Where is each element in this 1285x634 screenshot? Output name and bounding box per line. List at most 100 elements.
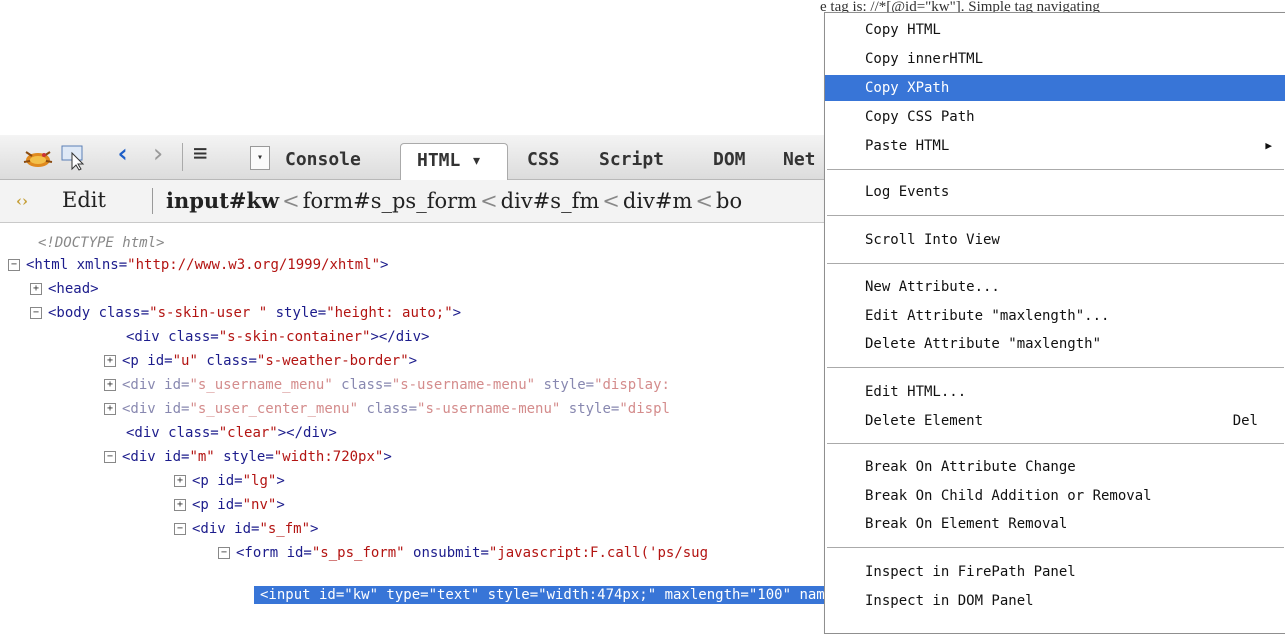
firebug-icon[interactable] xyxy=(18,142,58,172)
attr-value: "lg" xyxy=(242,473,277,489)
menu-item-log-events[interactable]: Log Events xyxy=(825,179,1285,205)
menu-item-inspect-firepath[interactable]: Inspect in FirePath Panel xyxy=(825,559,1285,585)
edit-button[interactable]: Edit xyxy=(62,188,106,212)
tree-line-skin-container[interactable]: <div class="s-skin-container"></div> xyxy=(126,328,429,346)
menu-item-delete-element[interactable]: Delete Element Del xyxy=(825,408,1285,434)
menu-item-break-child-change[interactable]: Break On Child Addition or Removal xyxy=(825,483,1285,509)
attr-name: xmlns= xyxy=(76,257,128,273)
node-tag: <head> xyxy=(48,281,99,297)
breadcrumb: ‹› Edit input#kw < form#s_ps_form < div#s_fm… xyxy=(0,180,860,223)
breadcrumb-item-sfm[interactable]: div#s_fm xyxy=(501,189,600,213)
menu-item-delete-attribute[interactable]: Delete Attribute "maxlength" xyxy=(825,331,1285,357)
node-tag: <div xyxy=(122,377,165,393)
menu-item-break-element-removal[interactable]: Break On Element Removal xyxy=(825,511,1285,537)
tab-script[interactable]: Script xyxy=(599,149,664,170)
collapse-icon[interactable]: − xyxy=(8,259,20,271)
attr-name: id= xyxy=(217,497,243,513)
inspect-element-icon[interactable] xyxy=(60,143,90,171)
menu-item-edit-attribute[interactable]: Edit Attribute "maxlength"... xyxy=(825,303,1285,329)
node-tag-close: > xyxy=(452,305,462,321)
panel-dropdown-button[interactable]: ▾ xyxy=(250,146,270,170)
attr-value: "s-username-menu" xyxy=(417,401,561,417)
tree-line-username-menu[interactable]: + <div id="s_username_menu" class="s-user… xyxy=(104,376,670,394)
tree-line-p-nv[interactable]: + <p id="nv"> xyxy=(174,496,285,514)
tab-dom[interactable]: DOM xyxy=(713,149,746,170)
node-tag: <body xyxy=(48,305,99,321)
tree-line-p-u[interactable]: + <p id="u" class="s-weather-border"> xyxy=(104,352,417,370)
tree-line-user-center-menu[interactable]: + <div id="s_user_center_menu" class="s-u… xyxy=(104,400,670,418)
attr-value: "u" xyxy=(172,353,198,369)
tree-line-html[interactable]: − <html xmlns="http://www.w3.org/1999/xht… xyxy=(8,256,388,274)
collapse-icon[interactable]: − xyxy=(104,451,116,463)
collapse-icon[interactable]: − xyxy=(30,307,42,319)
node-tag: <form xyxy=(236,545,287,561)
breadcrumb-current[interactable]: input#kw xyxy=(166,188,279,213)
menu-item-break-attribute-change[interactable]: Break On Attribute Change xyxy=(825,454,1285,480)
breadcrumb-separator-icon: < xyxy=(480,189,498,213)
node-tag-close: > xyxy=(276,473,285,489)
expand-icon[interactable]: + xyxy=(104,379,116,391)
attr-value: "height: auto;" xyxy=(326,305,453,321)
attr-value: "m" xyxy=(189,449,215,465)
expand-icon[interactable]: + xyxy=(104,355,116,367)
attr-name: style= xyxy=(267,305,327,321)
menu-item-copy-innerhtml[interactable]: Copy innerHTML xyxy=(825,46,1285,72)
node-tag-close: > xyxy=(408,353,418,369)
tree-line-form[interactable]: − <form id="s_ps_form" onsubmit="javascri… xyxy=(218,544,708,562)
shortcut-label: Del xyxy=(1232,413,1258,429)
attr-name: id= xyxy=(234,521,260,537)
tree-line-div-m[interactable]: − <div id="m" style="width:720px"> xyxy=(104,448,392,466)
menu-separator xyxy=(827,367,1284,368)
tab-console[interactable]: Console xyxy=(285,149,361,170)
menu-item-inspect-dom[interactable]: Inspect in DOM Panel xyxy=(825,588,1285,614)
tab-css[interactable]: CSS xyxy=(527,149,560,170)
doctype-text: <!DOCTYPE html> xyxy=(38,235,165,251)
menu-item-paste-html-label: Paste HTML xyxy=(865,138,950,154)
tree-line-doctype: <!DOCTYPE html> xyxy=(38,234,164,252)
tree-line-div-sfm[interactable]: − <div id="s_fm"> xyxy=(174,520,318,538)
tree-line-p-lg[interactable]: + <p id="lg"> xyxy=(174,472,285,490)
attr-value: "s-weather-border" xyxy=(256,353,409,369)
back-arrow-icon[interactable]: ‹ xyxy=(115,139,131,169)
menu-item-copy-css-path[interactable]: Copy CSS Path xyxy=(825,104,1285,130)
submenu-arrow-icon: ▶ xyxy=(1265,139,1272,152)
attr-name: id= xyxy=(164,401,190,417)
expand-icon[interactable]: + xyxy=(174,499,186,511)
menu-item-scroll-into-view[interactable]: Scroll Into View xyxy=(825,227,1285,253)
tree-line-head[interactable]: + <head> xyxy=(30,280,99,298)
attr-name: class= xyxy=(332,377,392,393)
tab-net[interactable]: Net xyxy=(783,149,816,170)
menu-separator xyxy=(827,547,1284,548)
breadcrumb-item-form[interactable]: form#s_ps_form xyxy=(303,189,477,213)
menu-item-paste-html[interactable]: Paste HTML ▶ xyxy=(825,133,1285,159)
breadcrumb-separator-icon: < xyxy=(695,189,714,213)
breadcrumb-path: input#kw < form#s_ps_form < div#s_fm < div#m < b… xyxy=(166,188,742,213)
menu-list-icon[interactable]: ≡ xyxy=(193,139,207,167)
tree-line-body[interactable]: − <body class="s-skin-user " style="heigh… xyxy=(30,304,461,322)
menu-item-new-attribute[interactable]: New Attribute... xyxy=(825,274,1285,300)
tab-html[interactable]: HTML ▾ xyxy=(400,143,508,180)
breadcrumb-item-m[interactable]: div#m xyxy=(623,189,693,213)
attr-name: id= xyxy=(286,545,312,561)
menu-item-copy-html[interactable]: Copy HTML xyxy=(825,17,1285,43)
node-tag-close: > xyxy=(380,257,389,273)
tree-line-clear[interactable]: <div class="clear"></div> xyxy=(126,424,337,442)
expand-icon[interactable]: + xyxy=(30,283,42,295)
collapse-icon[interactable]: − xyxy=(174,523,186,535)
forward-arrow-icon[interactable]: › xyxy=(150,139,166,169)
menu-item-copy-xpath[interactable]: Copy XPath xyxy=(825,75,1285,101)
attr-name: class= xyxy=(98,305,150,321)
attr-value: "javascript:F.call('ps/sug xyxy=(488,545,709,561)
attr-name: class= xyxy=(168,329,219,345)
expand-icon[interactable]: + xyxy=(104,403,116,415)
node-tag: <div xyxy=(192,521,235,537)
attr-name: id= xyxy=(147,353,173,369)
menu-item-edit-html[interactable]: Edit HTML... xyxy=(825,379,1285,405)
node-tag-close: > xyxy=(276,497,285,513)
breadcrumb-item-body[interactable]: bo xyxy=(716,189,742,213)
edit-code-icon[interactable]: ‹› xyxy=(16,192,28,210)
node-tag: <p xyxy=(192,473,218,489)
collapse-icon[interactable]: − xyxy=(218,547,230,559)
menu-separator xyxy=(827,263,1284,264)
expand-icon[interactable]: + xyxy=(174,475,186,487)
